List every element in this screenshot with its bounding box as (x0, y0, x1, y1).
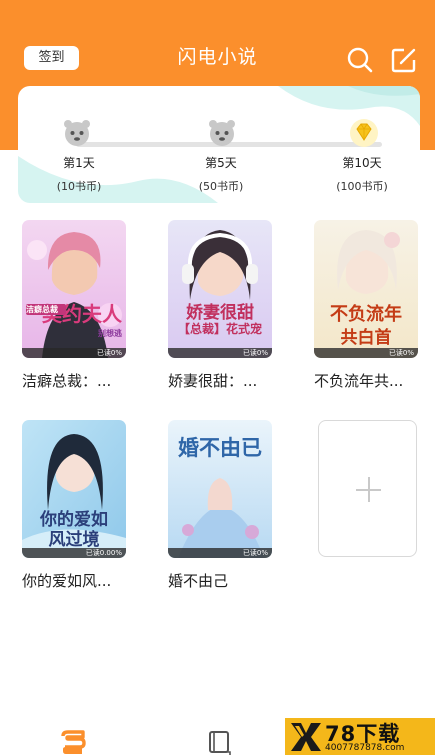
book-title[interactable]: 洁癖总裁：... (22, 370, 152, 391)
cover-title: 婚不由已 (178, 435, 262, 460)
day-10-reward: (100书币) (336, 180, 388, 193)
book-title[interactable]: 不负流年共... (314, 370, 435, 391)
read-progress-bar: 已读0% (22, 348, 126, 358)
book-title[interactable]: 你的爱如风... (22, 570, 152, 591)
read-progress-text: 已读0% (388, 349, 414, 357)
x-logo-icon (291, 723, 321, 751)
read-progress-text: 已读0% (96, 349, 122, 357)
watermark-url: 4007787878.com (325, 743, 405, 753)
mascot-face-icon[interactable] (62, 118, 92, 148)
cover-subtitle: 【总裁】花式宠 (177, 322, 262, 336)
book-cover[interactable]: 契约夫人 洁癖总裁 别想逃 已读0% (22, 220, 126, 358)
read-progress-text: 已读0% (242, 549, 268, 557)
add-book-button[interactable] (318, 420, 417, 557)
diamond-icon[interactable] (349, 118, 379, 148)
read-progress-bar: 已读0% (168, 548, 272, 558)
read-progress-bar: 已读0.00% (22, 548, 126, 558)
book-cover[interactable]: 不负流年 共白首 已读0% (314, 220, 418, 358)
watermark-logo: 78下载 4007787878.com (285, 718, 435, 755)
day-1-label: 第1天 (63, 156, 95, 170)
signin-card: 第1天 (10书币) 第5天 (50书币) 第10天 (100书币) (18, 86, 420, 203)
cover-subtitle: 洁癖总裁 (26, 304, 66, 315)
book-title[interactable]: 婚不由己 (168, 570, 298, 591)
read-progress-text: 已读0.00% (85, 549, 122, 557)
day-5-reward: (50书币) (198, 180, 244, 193)
cover-subtitle: 共白首 (340, 328, 392, 348)
day-1-reward: (10书币) (56, 180, 102, 193)
book-icon[interactable] (207, 730, 233, 755)
search-icon[interactable] (346, 46, 374, 74)
read-progress-bar: 已读0% (168, 348, 272, 358)
day-10-label: 第10天 (342, 156, 382, 170)
book-cover[interactable]: 婚不由已 已读0% (168, 420, 272, 558)
cover-subtitle-2: 别想逃 (98, 328, 122, 338)
read-progress-bar: 已读0% (314, 348, 418, 358)
cover-subtitle: 风过境 (48, 530, 100, 550)
plus-icon-stroke (368, 477, 370, 502)
edit-icon[interactable] (390, 46, 418, 74)
mascot-face-icon[interactable] (207, 118, 237, 148)
bookshelf-stack-icon[interactable] (60, 730, 86, 755)
cover-illustration (168, 220, 272, 358)
day-5-label: 第5天 (205, 156, 237, 170)
book-title[interactable]: 娇妻很甜：... (168, 370, 298, 391)
book-cover[interactable]: 你的爱如 风过境 已读0.00% (22, 420, 126, 558)
book-cover[interactable]: 娇妻很甜 【总裁】花式宠 已读0% (168, 220, 272, 358)
read-progress-text: 已读0% (242, 349, 268, 357)
